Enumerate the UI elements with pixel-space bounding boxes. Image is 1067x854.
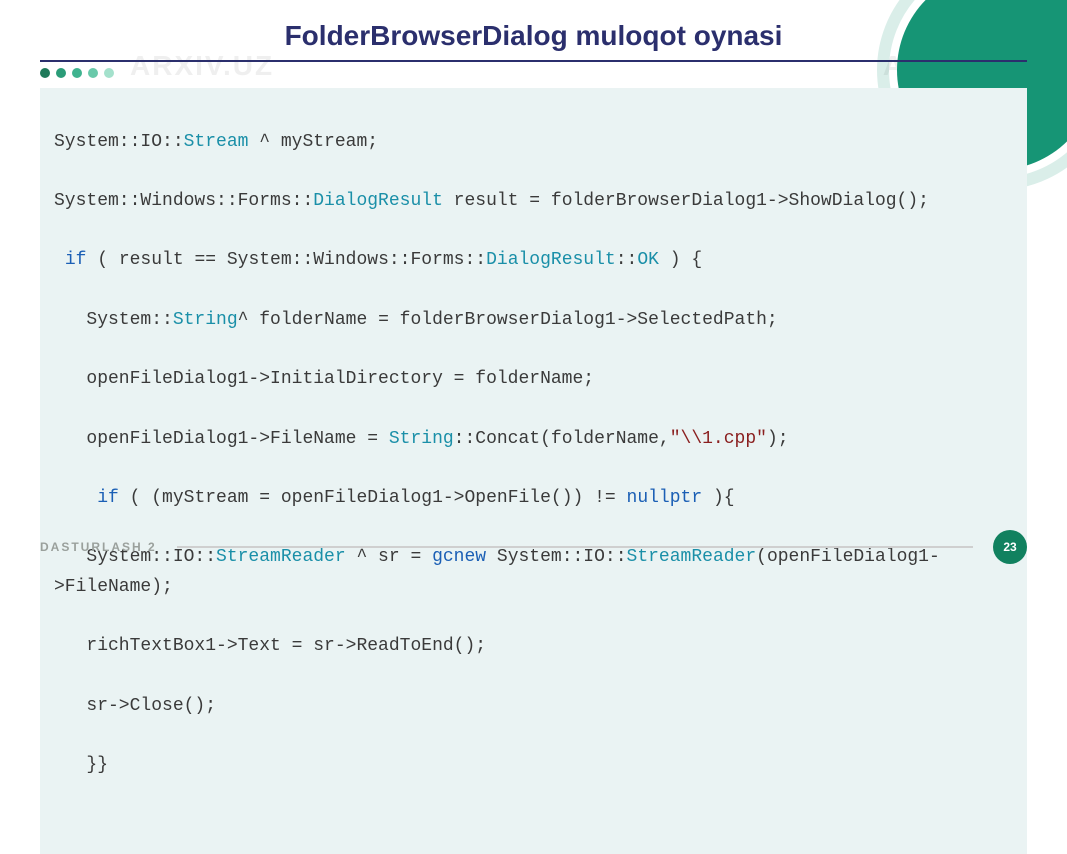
code-line: System::IO::Stream ^ myStream;	[54, 128, 1013, 158]
code-line: openFileDialog1->InitialDirectory = fold…	[54, 365, 1013, 395]
code-line: if ( result == System::Windows::Forms::D…	[54, 246, 1013, 276]
title-underline	[40, 60, 1027, 62]
footer-text: DASTURLASH 2	[40, 540, 157, 554]
code-line: openFileDialog1->FileName = String::Conc…	[54, 425, 1013, 455]
code-line: if ( (myStream = openFileDialog1->OpenFi…	[54, 484, 1013, 514]
footer-divider	[177, 546, 973, 548]
code-line: System::String^ folderName = folderBrows…	[54, 306, 1013, 336]
slide-footer: DASTURLASH 2 23	[40, 530, 1027, 564]
slide: FolderBrowserDialog muloqot oynasi Syste…	[0, 0, 1067, 600]
accent-dots	[40, 68, 1027, 78]
page-number-badge: 23	[993, 530, 1027, 564]
code-block: System::IO::Stream ^ myStream; System::W…	[40, 88, 1027, 854]
code-line: }}	[54, 751, 1013, 781]
slide-title: FolderBrowserDialog muloqot oynasi	[40, 20, 1027, 52]
code-line: richTextBox1->Text = sr->ReadToEnd();	[54, 632, 1013, 662]
code-line: System::Windows::Forms::DialogResult res…	[54, 187, 1013, 217]
code-line: sr->Close();	[54, 692, 1013, 722]
